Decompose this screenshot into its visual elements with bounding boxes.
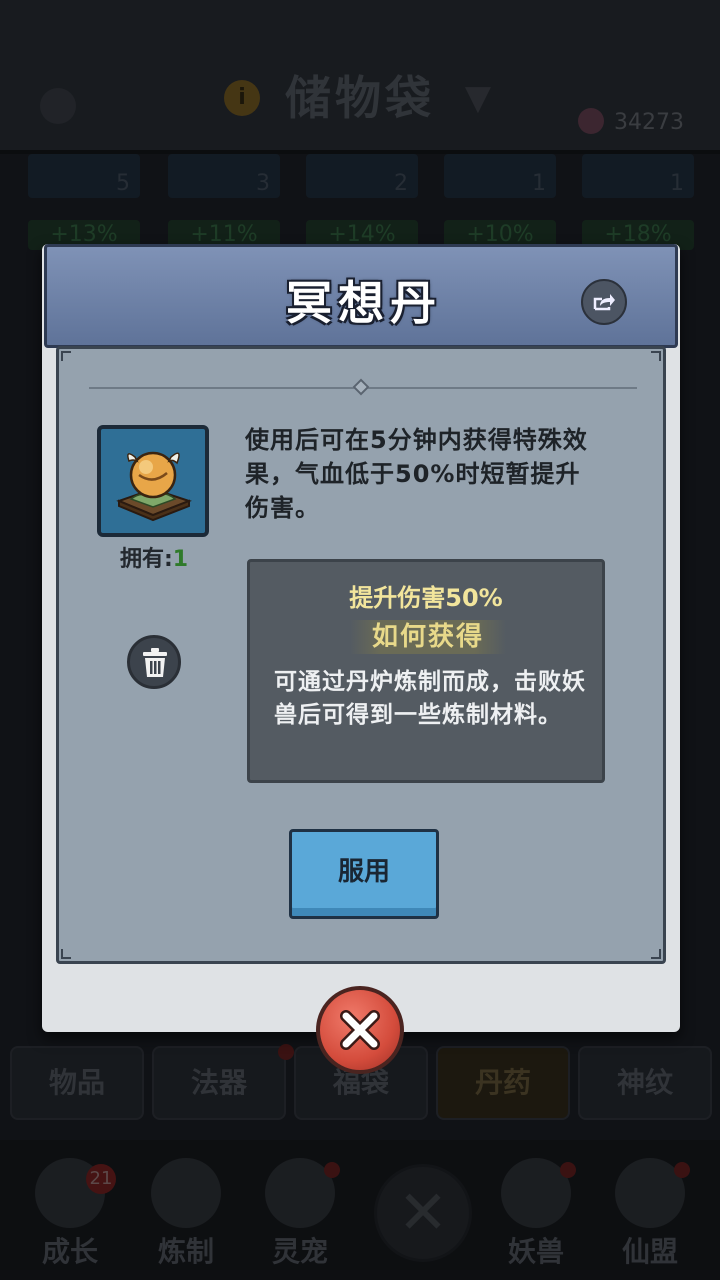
owned-number: 1 xyxy=(172,547,189,572)
frame-corner xyxy=(651,351,661,361)
howto-banner: 如何获得 xyxy=(350,620,506,654)
owned-label: 拥有: xyxy=(119,547,173,572)
frame-corner xyxy=(61,949,71,959)
close-button[interactable] xyxy=(316,986,404,1074)
item-description: 使用后可在5分钟内获得特殊效果，气血低于50%时短暂提升伤害。 xyxy=(245,426,588,522)
close-icon xyxy=(340,1010,380,1050)
share-icon xyxy=(593,294,615,311)
howto-title: 如何获得 xyxy=(371,622,484,652)
effect-text: 提升伤害50% xyxy=(349,584,503,612)
effect-panel: 提升伤害50% 如何获得 可通过丹炉炼制而成，击败妖兽后可得到一些炼制材料。 xyxy=(247,559,605,783)
item-icon-frame xyxy=(97,425,209,537)
meditation-pill-icon xyxy=(116,451,192,522)
discard-button[interactable] xyxy=(127,635,181,689)
howto-description: 可通过丹炉炼制而成，击败妖兽后可得到一些炼制材料。 xyxy=(274,669,586,728)
frame-corner xyxy=(651,949,661,959)
dialog-header: 冥想丹 xyxy=(44,244,678,348)
divider-ornament xyxy=(352,378,370,396)
frame-corner xyxy=(61,351,71,361)
owned-count: 拥有:1 xyxy=(89,541,219,573)
trash-icon xyxy=(143,648,167,677)
use-button[interactable]: 服用 xyxy=(289,829,439,919)
share-button[interactable] xyxy=(581,279,627,325)
dialog-body: 拥有:1 使用后可在5分钟内获得特殊效果，气血低于50%时短暂提升伤害。 提升伤… xyxy=(56,346,666,964)
